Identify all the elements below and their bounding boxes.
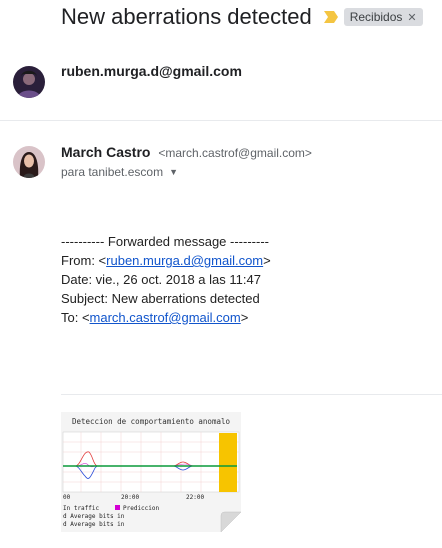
tick-label: 22:00 — [186, 494, 204, 501]
legend-prediction: Prediccion — [123, 505, 160, 512]
recipient-line[interactable]: para tanibet.escom ▼ — [61, 165, 178, 179]
close-icon[interactable]: ✕ — [407, 11, 416, 24]
chart-title: Deteccion de comportamiento anomalo — [72, 417, 231, 426]
sender-email: <march.castrof@gmail.com> — [158, 146, 312, 160]
divider — [0, 120, 442, 121]
message-body: ---------- Forwarded message --------- F… — [61, 232, 271, 327]
legend-swatch — [115, 505, 120, 510]
recipient-text: para tanibet.escom — [61, 165, 164, 179]
legend-line: d Average bits in — [63, 513, 125, 520]
avatar — [13, 66, 45, 98]
from-email-link[interactable]: ruben.murga.d@gmail.com — [106, 253, 263, 268]
chevron-down-icon[interactable]: ▼ — [169, 167, 178, 177]
legend-in-traffic: In traffic — [63, 505, 100, 512]
to-line: To: <march.castrof@gmail.com> — [61, 310, 249, 325]
divider — [61, 394, 442, 395]
date-line: Date: vie., 26 oct. 2018 a las 11:47 — [61, 272, 261, 287]
to-email-link[interactable]: march.castrof@gmail.com — [90, 310, 241, 325]
forward-header: ---------- Forwarded message --------- — [61, 234, 269, 249]
attachment-thumbnail[interactable]: Deteccion de comportamiento anomalo 00 2… — [61, 412, 242, 533]
anomaly-highlight — [219, 433, 237, 492]
subject-row: New aberrations detected Recibidos ✕ — [61, 4, 423, 30]
from-line: From: <ruben.murga.d@gmail.com> — [61, 253, 271, 268]
tick-label: 20:00 — [121, 494, 139, 501]
label-chip-text: Recibidos — [349, 10, 403, 24]
subject-line: Subject: New aberrations detected — [61, 291, 260, 306]
legend-line: d Average bits in — [63, 521, 125, 528]
label-chip[interactable]: Recibidos ✕ — [343, 8, 423, 26]
sender-name[interactable]: March Castro — [61, 144, 150, 160]
sender-line: March Castro <march.castrof@gmail.com> — [61, 144, 312, 160]
tick-label: 00 — [63, 494, 71, 501]
importance-marker-icon[interactable] — [323, 11, 338, 23]
sender-name[interactable]: ruben.murga.d@gmail.com — [61, 63, 242, 79]
email-subject: New aberrations detected — [61, 4, 312, 29]
avatar — [13, 146, 45, 178]
attachment-chart-image: Deteccion de comportamiento anomalo 00 2… — [61, 412, 242, 533]
page-curl-icon — [220, 511, 242, 533]
